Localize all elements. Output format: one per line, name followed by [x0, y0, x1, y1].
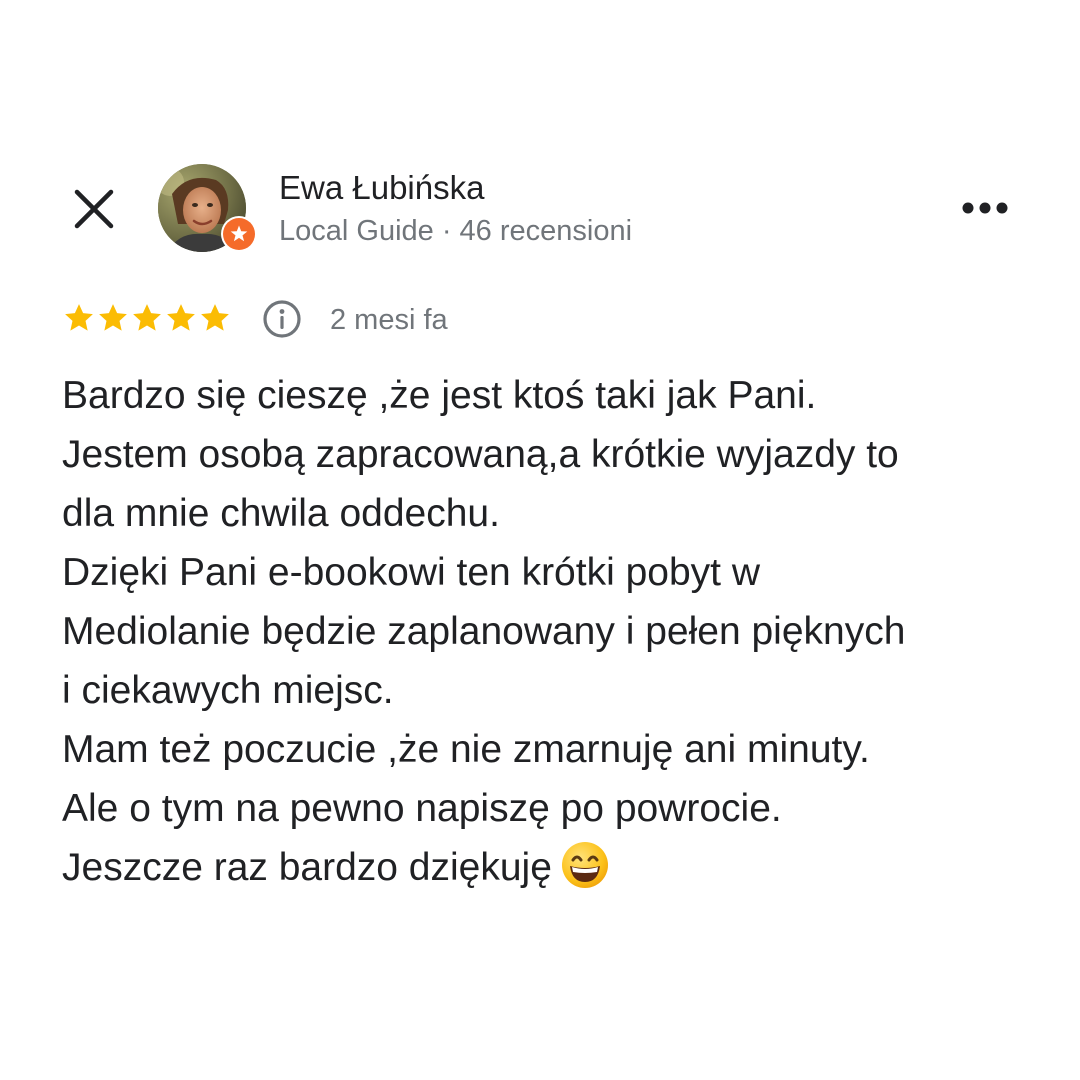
local-guide-star-icon [223, 218, 255, 250]
star-icon [99, 304, 127, 331]
local-guide-badge [221, 216, 257, 252]
reviewer-name[interactable]: Ewa Łubińska [279, 168, 484, 208]
star-icon [167, 304, 195, 331]
review-line: Jestem osobą zapracowaną,a krótkie wyjaz… [62, 433, 899, 476]
star-icon [201, 304, 229, 331]
info-button[interactable] [262, 299, 302, 339]
reviewer-avatar-container[interactable] [158, 164, 262, 256]
star-rating [62, 300, 232, 338]
close-icon [74, 189, 114, 229]
review-line: Mam też poczucie ,że nie zmarnuję ani mi… [62, 728, 870, 771]
review-line: dla mnie chwila oddechu. [62, 492, 500, 535]
review-line-text: Jeszcze raz bardzo dziękuję [62, 846, 552, 889]
star-icon [133, 304, 161, 331]
review-line: Ale o tym na pewno napiszę po powrocie. [62, 787, 782, 830]
close-button[interactable] [72, 187, 116, 231]
review-line: Mediolanie będzie zaplanowany i pełen pi… [62, 610, 906, 653]
more-options-button[interactable] [958, 192, 1014, 224]
review-line: Bardzo się cieszę ,że jest ktoś taki jak… [62, 374, 817, 417]
review-line: i ciekawych miejsc. [62, 669, 394, 712]
review-line-last: Jeszcze raz bardzo dziękuję [62, 838, 1042, 897]
review-date: 2 mesi fa [330, 304, 448, 336]
reviewer-meta: Local Guide · 46 recensioni [279, 215, 633, 247]
star-icon [65, 304, 93, 331]
review-text: Bardzo się cieszę ,że jest ktoś taki jak… [62, 366, 1042, 897]
review-line: Dzięki Pani e-bookowi ten krótki pobyt w [62, 551, 760, 594]
grinning-face-emoji-icon [560, 840, 610, 890]
info-icon [263, 300, 301, 338]
more-horizontal-icon [962, 202, 1008, 214]
